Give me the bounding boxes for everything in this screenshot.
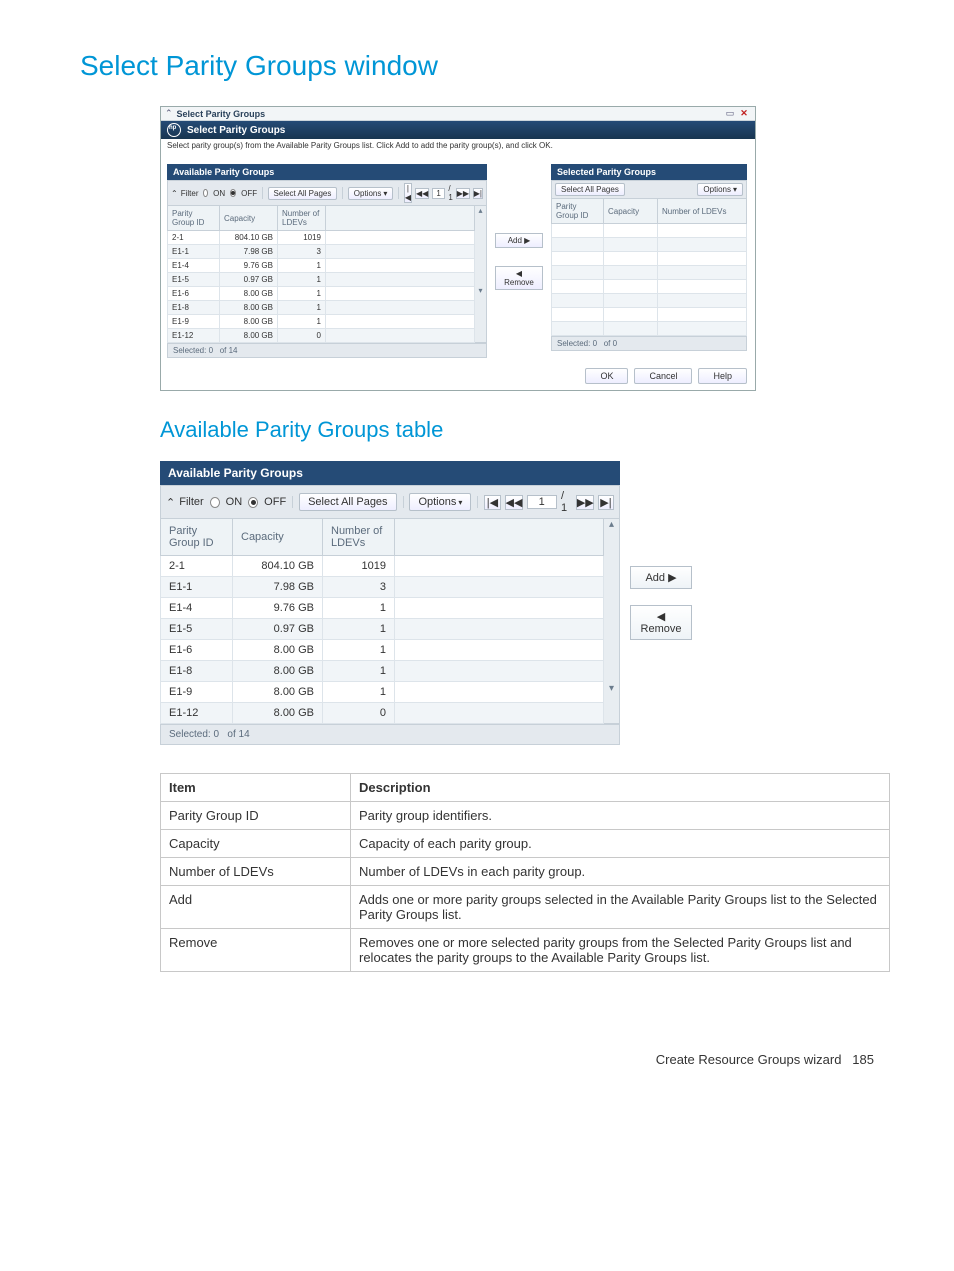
table-row xyxy=(552,252,747,266)
pager-first-icon[interactable]: |◀ xyxy=(404,183,412,203)
filter-off-label: OFF xyxy=(241,189,257,198)
options-button[interactable]: Options▾ xyxy=(348,187,394,200)
filter-collapse-icon[interactable]: ⌃ xyxy=(171,189,178,198)
window-instruction: Select parity group(s) from the Availabl… xyxy=(161,139,755,160)
select-all-pages-button[interactable]: Select All Pages xyxy=(268,187,338,200)
col-num-ldevs[interactable]: Number of LDEVs xyxy=(278,206,326,231)
table-row xyxy=(552,280,747,294)
help-button[interactable]: Help xyxy=(698,368,747,384)
table-row: E1-68.00 GB1 xyxy=(168,287,475,301)
col-parity-group-id[interactable]: Parity Group ID xyxy=(161,519,233,556)
table-row: E1-49.76 GB1 xyxy=(161,598,604,619)
table-row: E1-17.98 GB3 xyxy=(168,245,475,259)
ok-button[interactable]: OK xyxy=(585,368,628,384)
section-available-table: Available Parity Groups table xyxy=(160,417,874,443)
table-row: E1-98.00 GB1 xyxy=(168,315,475,329)
description-table: Item Description Parity Group IDParity g… xyxy=(160,773,890,972)
table-row: E1-88.00 GB1 xyxy=(161,661,604,682)
page-footer: Create Resource Groups wizard 185 xyxy=(80,1052,874,1067)
options-button[interactable]: Options▾ xyxy=(697,183,743,196)
table-row xyxy=(552,224,747,238)
available-groups-table[interactable]: Parity Group ID Capacity Number of LDEVs… xyxy=(167,205,475,343)
table-row: Number of LDEVsNumber of LDEVs in each p… xyxy=(161,858,890,886)
remove-button[interactable]: ◀ Remove xyxy=(630,605,692,640)
col-description: Description xyxy=(351,774,890,802)
table-row: Parity Group IDParity group identifiers. xyxy=(161,802,890,830)
add-button[interactable]: Add ▶ xyxy=(495,233,543,248)
selected-panel-header: Selected Parity Groups xyxy=(551,164,747,180)
col-capacity[interactable]: Capacity xyxy=(604,199,658,224)
col-num-ldevs[interactable]: Number of LDEVs xyxy=(658,199,747,224)
col-capacity[interactable]: Capacity xyxy=(220,206,278,231)
pager-prev-icon[interactable]: ◀◀ xyxy=(505,495,523,510)
filter-label: Filter xyxy=(179,496,203,508)
table-row xyxy=(552,294,747,308)
pager-next-icon[interactable]: ▶▶ xyxy=(456,188,470,199)
available-parity-groups-panel: Available Parity Groups ⌃ Filter ON OFF … xyxy=(160,461,620,745)
pager-last-icon[interactable]: ▶| xyxy=(598,495,614,510)
filter-off-radio[interactable] xyxy=(248,497,258,508)
window-header-text: Select Parity Groups xyxy=(187,125,285,136)
filter-on-radio[interactable] xyxy=(210,497,220,508)
collapse-icon[interactable]: ⌃ xyxy=(165,108,173,119)
pager-current-page[interactable]: 1 xyxy=(527,495,557,509)
col-parity-group-id[interactable]: Parity Group ID xyxy=(552,199,604,224)
pager-prev-icon[interactable]: ◀◀ xyxy=(415,188,429,199)
table-row: E1-50.97 GB1 xyxy=(161,619,604,640)
filter-off-label: OFF xyxy=(264,496,286,508)
pager-first-icon[interactable]: |◀ xyxy=(484,495,500,510)
scrollbar[interactable]: ▴▾ xyxy=(475,205,487,343)
options-button[interactable]: Options▾ xyxy=(409,493,471,511)
table-row: E1-17.98 GB3 xyxy=(161,577,604,598)
scrollbar[interactable]: ▴▾ xyxy=(604,518,620,724)
table-row: E1-49.76 GB1 xyxy=(168,259,475,273)
col-capacity[interactable]: Capacity xyxy=(233,519,323,556)
pager-last-icon[interactable]: ▶| xyxy=(473,188,483,199)
cancel-button[interactable]: Cancel xyxy=(634,368,692,384)
table-row xyxy=(552,266,747,280)
table-row: E1-128.00 GB0 xyxy=(161,703,604,724)
table-row xyxy=(552,322,747,336)
select-all-pages-button[interactable]: Select All Pages xyxy=(299,493,397,511)
page-title: Select Parity Groups window xyxy=(80,50,874,82)
window-titlebar-text: Select Parity Groups xyxy=(177,109,723,119)
hp-logo-icon xyxy=(167,123,181,137)
table-row: E1-50.97 GB1 xyxy=(168,273,475,287)
available-panel-header: Available Parity Groups xyxy=(160,461,620,485)
filter-on-label: ON xyxy=(213,189,225,198)
col-parity-group-id[interactable]: Parity Group ID xyxy=(168,206,220,231)
table-row: E1-98.00 GB1 xyxy=(161,682,604,703)
filter-on-radio[interactable] xyxy=(203,189,208,197)
filter-label: Filter xyxy=(181,189,199,198)
table-row: RemoveRemoves one or more selected parit… xyxy=(161,929,890,972)
table-row: 2-1804.10 GB1019 xyxy=(168,231,475,245)
filter-off-radio[interactable] xyxy=(230,189,236,197)
table-row: E1-128.00 GB0 xyxy=(168,329,475,343)
select-all-pages-button[interactable]: Select All Pages xyxy=(555,183,625,196)
col-num-ldevs[interactable]: Number of LDEVs xyxy=(323,519,395,556)
table-row: E1-88.00 GB1 xyxy=(168,301,475,315)
filter-collapse-icon[interactable]: ⌃ xyxy=(166,496,175,509)
remove-button[interactable]: ◀ Remove xyxy=(495,266,543,290)
pager-total-pages: / 1 xyxy=(561,490,572,514)
col-item: Item xyxy=(161,774,351,802)
window-close-icon[interactable]: ✕ xyxy=(737,108,751,119)
add-button[interactable]: Add ▶ xyxy=(630,566,692,589)
select-parity-groups-window: ⌃ Select Parity Groups ▭ ✕ Select Parity… xyxy=(160,106,756,391)
pager-next-icon[interactable]: ▶▶ xyxy=(576,495,594,510)
table-row: CapacityCapacity of each parity group. xyxy=(161,830,890,858)
selected-groups-table[interactable]: Parity Group ID Capacity Number of LDEVs xyxy=(551,198,747,336)
pager-current-page[interactable]: 1 xyxy=(432,188,445,199)
table-row: E1-68.00 GB1 xyxy=(161,640,604,661)
table-row: AddAdds one or more parity groups select… xyxy=(161,886,890,929)
table-row xyxy=(552,238,747,252)
window-maximize-icon[interactable]: ▭ xyxy=(723,108,737,119)
table-row: 2-1804.10 GB1019 xyxy=(161,556,604,577)
pager-total-pages: / 1 xyxy=(448,184,452,202)
available-groups-table[interactable]: Parity Group ID Capacity Number of LDEVs… xyxy=(160,518,604,724)
table-row xyxy=(552,308,747,322)
filter-on-label: ON xyxy=(226,496,243,508)
available-panel-header: Available Parity Groups xyxy=(167,164,487,180)
